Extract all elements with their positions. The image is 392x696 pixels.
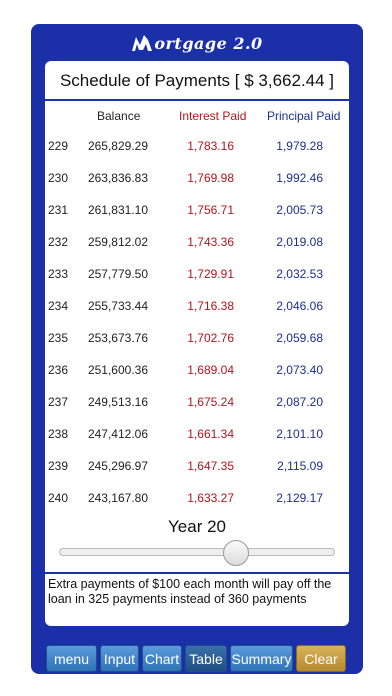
- payment-number: 232: [48, 235, 69, 249]
- balance-cell: 245,296.97: [87, 459, 148, 473]
- table-row: 233 257,779.50 1,729.91 2,032.53: [45, 257, 349, 289]
- schedule-table[interactable]: 229 265,829.29 1,783.16 1,979.28 230 263,836.…: [45, 129, 349, 513]
- interest-cell: 1,783.16: [187, 139, 234, 153]
- principal-cell: 1,979.28: [276, 139, 323, 153]
- table-row: 230 263,836.83 1,769.98 1,992.46: [45, 161, 349, 193]
- table-button[interactable]: Table: [185, 645, 227, 672]
- balance-cell: 253,673.76: [87, 331, 148, 345]
- house-logo-icon: [132, 35, 153, 51]
- app-title: ortgage 2.0: [31, 34, 363, 53]
- menu-button[interactable]: menu: [46, 645, 97, 672]
- balance-cell: 247,412.06: [87, 427, 148, 441]
- payment-number: 238: [48, 427, 69, 441]
- clear-button[interactable]: Clear: [296, 645, 346, 672]
- table-row: 239 245,296.97 1,647.35 2,115.09: [45, 449, 349, 481]
- balance-cell: 265,829.29: [87, 139, 148, 153]
- interest-cell: 1,729.91: [187, 267, 234, 281]
- payment-number: 240: [48, 491, 69, 505]
- table-row: 238 247,412.06 1,661.34 2,101.10: [45, 417, 349, 449]
- payment-number: 237: [48, 395, 69, 409]
- interest-cell: 1,716.38: [187, 299, 234, 313]
- year-slider-thumb[interactable]: [222, 540, 249, 566]
- payment-number: 234: [48, 299, 69, 313]
- app-title-text: ortgage 2.0: [154, 34, 263, 53]
- chart-button[interactable]: Chart: [142, 645, 182, 672]
- summary-button[interactable]: Summary: [230, 645, 293, 672]
- balance-cell: 261,831.10: [87, 203, 148, 217]
- table-row: 236 251,600.36 1,689.04 2,073.40: [45, 353, 349, 385]
- table-row: 234 255,733.44 1,716.38 2,046.06: [45, 289, 349, 321]
- principal-cell: 2,032.53: [276, 267, 323, 281]
- payment-number: 233: [48, 267, 69, 281]
- header-principal-paid: Principal Paid: [267, 109, 341, 123]
- interest-cell: 1,661.34: [187, 427, 234, 441]
- interest-cell: 1,743.36: [187, 235, 234, 249]
- interest-cell: 1,769.98: [187, 171, 234, 185]
- column-headers: Balance Interest Paid Principal Paid: [45, 101, 349, 129]
- principal-cell: 2,059.68: [276, 331, 323, 345]
- payment-number: 230: [48, 171, 69, 185]
- payment-number: 231: [48, 203, 69, 217]
- interest-cell: 1,675.24: [187, 395, 234, 409]
- principal-cell: 2,129.17: [276, 491, 323, 505]
- balance-cell: 257,779.50: [87, 267, 148, 281]
- balance-cell: 255,733.44: [87, 299, 148, 313]
- principal-cell: 2,019.08: [276, 235, 323, 249]
- principal-cell: 2,115.09: [277, 459, 323, 473]
- principal-cell: 2,073.40: [276, 363, 323, 377]
- table-row: 231 261,831.10 1,756.71 2,005.73: [45, 193, 349, 225]
- balance-cell: 249,513.16: [87, 395, 148, 409]
- year-label: Year 20: [168, 517, 226, 536]
- payment-number: 239: [48, 459, 69, 473]
- extra-payments-info: Extra payments of $100 each month will p…: [45, 572, 349, 626]
- interest-cell: 1,756.71: [187, 203, 234, 217]
- principal-cell: 2,005.73: [276, 203, 323, 217]
- balance-cell: 243,167.80: [87, 491, 148, 505]
- app-frame: ortgage 2.0 Schedule of Payments [ $ 3,6…: [31, 24, 363, 674]
- principal-cell: 2,046.06: [276, 299, 323, 313]
- principal-cell: 1,992.46: [276, 171, 323, 185]
- balance-cell: 259,812.02: [87, 235, 148, 249]
- table-row: 240 243,167.80 1,633.27 2,129.17: [45, 481, 349, 513]
- year-slider-track[interactable]: [59, 548, 335, 556]
- header-interest-paid: Interest Paid: [179, 109, 247, 123]
- table-row: 235 253,673.76 1,702.76 2,059.68: [45, 321, 349, 353]
- table-row: 229 265,829.29 1,783.16 1,979.28: [45, 129, 349, 161]
- balance-cell: 263,836.83: [87, 171, 148, 185]
- schedule-title: Schedule of Payments [ $ 3,662.44 ]: [45, 61, 349, 101]
- header-balance: Balance: [97, 109, 141, 123]
- table-row: 232 259,812.02 1,743.36 2,019.08: [45, 225, 349, 257]
- payment-number: 229: [48, 139, 69, 153]
- interest-cell: 1,647.35: [187, 459, 234, 473]
- principal-cell: 2,087.20: [276, 395, 323, 409]
- interest-cell: 1,689.04: [187, 363, 234, 377]
- input-button[interactable]: Input: [100, 645, 139, 672]
- payment-number: 235: [48, 331, 69, 345]
- payment-number: 236: [48, 363, 69, 377]
- interest-cell: 1,633.27: [187, 491, 234, 505]
- principal-cell: 2,101.10: [276, 427, 323, 441]
- table-row: 237 249,513.16 1,675.24 2,087.20: [45, 385, 349, 417]
- schedule-card: Schedule of Payments [ $ 3,662.44 ] Bala…: [45, 61, 349, 626]
- interest-cell: 1,702.76: [187, 331, 234, 345]
- balance-cell: 251,600.36: [87, 363, 148, 377]
